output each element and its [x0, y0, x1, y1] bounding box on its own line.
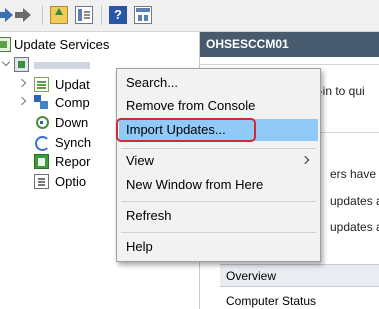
- update-services-icon: [0, 37, 11, 52]
- redacted-server-name: [34, 62, 90, 69]
- menu-item-remove-from-console[interactable]: Remove from Console: [119, 95, 318, 117]
- toolbar: ?: [0, 0, 379, 32]
- chevron-down-icon[interactable]: [1, 57, 11, 67]
- highlight-annotation: [116, 118, 256, 142]
- updates-icon: [34, 77, 49, 92]
- tree-item-label: Comp: [55, 95, 90, 110]
- chevron-right-icon[interactable]: [17, 96, 27, 106]
- status-text: ers have r: [330, 167, 379, 181]
- downstream-servers-icon: [34, 115, 49, 130]
- menu-separator: [121, 148, 316, 149]
- computer-status-label: Computer Status: [226, 294, 317, 308]
- menu-separator: [121, 232, 316, 233]
- status-text: updates a: [330, 194, 379, 208]
- reports-icon: [34, 154, 49, 169]
- menu-separator: [121, 201, 316, 202]
- context-menu: Search... Remove from Console Import Upd…: [116, 68, 321, 262]
- back-arrow-icon[interactable]: [0, 6, 14, 24]
- menu-item-new-window-from-here[interactable]: New Window from Here: [119, 174, 318, 196]
- tree-item-label: Optio: [55, 174, 87, 189]
- menu-item-view[interactable]: View: [119, 150, 318, 172]
- server-icon: [14, 57, 29, 72]
- menu-item-refresh[interactable]: Refresh: [119, 205, 318, 227]
- tree-item-label: Repor: [55, 154, 91, 169]
- submenu-arrow-icon: [300, 155, 310, 165]
- forward-arrow-icon[interactable]: [14, 6, 32, 24]
- overview-section-header[interactable]: Overview: [220, 264, 379, 287]
- help-icon[interactable]: ?: [109, 6, 127, 24]
- toolbar-separator: [101, 5, 102, 25]
- results-pane-header: OHSESCCM01: [200, 32, 379, 57]
- chevron-right-icon[interactable]: [17, 78, 27, 88]
- divider: [320, 132, 379, 133]
- synchronizations-icon: [34, 135, 50, 151]
- tree-item-update-services[interactable]: Update Services: [0, 36, 199, 54]
- tree-item-label: Synch: [55, 135, 92, 150]
- tree-item-label: Update Services: [14, 37, 110, 52]
- show-action-pane-icon[interactable]: [134, 6, 152, 24]
- up-one-level-icon[interactable]: [50, 6, 68, 24]
- tree-item-label: Updat: [55, 77, 90, 92]
- menu-item-help[interactable]: Help: [119, 236, 318, 258]
- tree-item-label: Down: [55, 115, 89, 130]
- divider: [200, 64, 379, 65]
- menu-item-search[interactable]: Search...: [119, 72, 318, 94]
- toolbar-separator: [42, 5, 43, 25]
- options-icon: [34, 174, 49, 189]
- show-hide-console-tree-icon[interactable]: [75, 6, 93, 24]
- menu-item-label: View: [126, 153, 154, 168]
- computers-icon: [34, 95, 49, 110]
- status-text: updates are: [330, 220, 379, 234]
